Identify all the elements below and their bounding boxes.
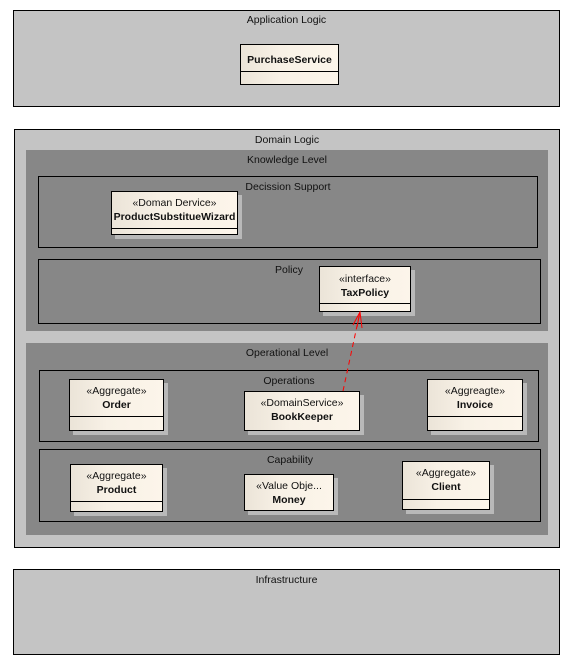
class-name: Money bbox=[272, 494, 306, 506]
class-divider bbox=[241, 71, 338, 72]
package-policy[interactable]: Policy bbox=[38, 259, 541, 324]
class-purchase-service[interactable]: PurchaseService bbox=[240, 44, 339, 85]
class-stereotype: «Doman Dervice» bbox=[132, 197, 217, 209]
class-name: Client bbox=[431, 481, 461, 493]
class-product-substitue-wizard[interactable]: «Doman Dervice» ProductSubstitueWizard bbox=[111, 191, 238, 235]
class-divider bbox=[112, 228, 237, 229]
package-application-logic[interactable]: Application Logic PurchaseService bbox=[13, 10, 560, 107]
class-divider bbox=[403, 499, 489, 500]
class-divider bbox=[428, 416, 522, 417]
package-title: Policy bbox=[274, 264, 303, 276]
class-stereotype: «Value Obje... bbox=[256, 480, 322, 492]
class-invoice[interactable]: «Aggreagte» Invoice bbox=[427, 379, 523, 431]
class-divider bbox=[70, 416, 163, 417]
class-divider bbox=[71, 501, 162, 502]
class-book-keeper[interactable]: «DomainService» BookKeeper bbox=[244, 391, 360, 431]
class-stereotype: «interface» bbox=[339, 273, 391, 285]
class-money[interactable]: «Value Obje... Money bbox=[244, 474, 334, 511]
class-name: TaxPolicy bbox=[340, 287, 390, 299]
class-stereotype: «Aggreagte» bbox=[444, 385, 506, 397]
package-title: Application Logic bbox=[246, 14, 327, 26]
class-stereotype: «Aggregate» bbox=[86, 470, 147, 482]
class-order[interactable]: «Aggregate» Order bbox=[69, 379, 164, 431]
class-stereotype: «Aggregate» bbox=[86, 385, 147, 397]
package-title: Knowledge Level bbox=[247, 154, 327, 166]
class-product[interactable]: «Aggregate» Product bbox=[70, 464, 163, 512]
package-title: Domain Logic bbox=[254, 134, 320, 146]
class-divider bbox=[320, 303, 410, 304]
package-infrastructure[interactable]: Infrastructure bbox=[13, 569, 560, 655]
class-name: ProductSubstitueWizard bbox=[113, 211, 236, 223]
class-stereotype: «DomainService» bbox=[260, 397, 344, 409]
class-name: PurchaseService bbox=[247, 54, 332, 66]
class-name: BookKeeper bbox=[271, 411, 333, 423]
package-title: Operational Level bbox=[245, 347, 329, 359]
class-stereotype: «Aggregate» bbox=[415, 467, 477, 479]
package-title: Infrastructure bbox=[255, 574, 318, 586]
class-client[interactable]: «Aggregate» Client bbox=[402, 461, 490, 510]
class-name: Order bbox=[102, 399, 131, 411]
class-name: Invoice bbox=[456, 399, 494, 411]
class-name: Product bbox=[96, 484, 137, 496]
class-tax-policy[interactable]: «interface» TaxPolicy bbox=[319, 266, 411, 312]
